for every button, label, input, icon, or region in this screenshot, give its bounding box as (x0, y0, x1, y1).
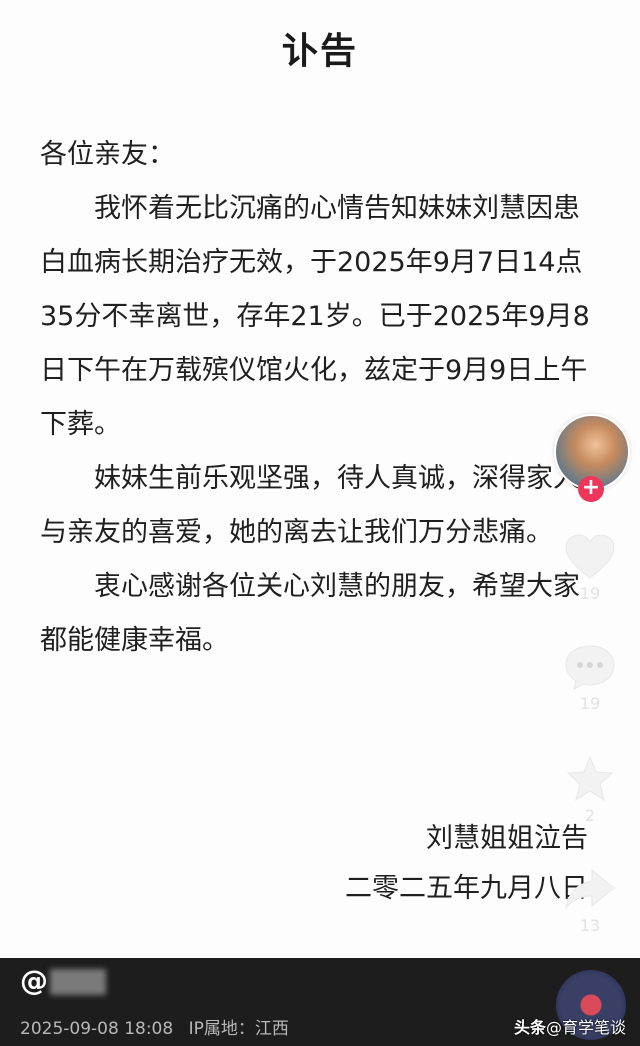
watermark-brand: 头条 (513, 1018, 546, 1037)
comment-button[interactable]: 19 (552, 642, 628, 713)
notice-body: 各位亲友： 我怀着无比沉痛的心情告知妹妹刘慧因患白血病长期治疗无效，于2025年… (40, 128, 600, 668)
follow-button[interactable]: + (578, 476, 604, 502)
favorite-count: 2 (584, 806, 596, 825)
post-page: 讣告 各位亲友： 我怀着无比沉痛的心情告知妹妹刘慧因患白血病长期治疗无效，于20… (0, 0, 640, 1046)
like-count: 19 (579, 584, 601, 603)
watermark-account: @育学笔谈 (545, 1018, 626, 1037)
share-count: 13 (579, 916, 601, 935)
post-meta: 2025-09-08 18:08 IP属地：江西 (20, 1014, 299, 1039)
blurred-author-name (50, 969, 106, 995)
author-handle[interactable]: @ (20, 964, 106, 997)
share-button[interactable]: 13 (552, 864, 628, 935)
share-arrow-icon (565, 868, 615, 909)
notice-title: 讣告 (281, 31, 358, 72)
source-watermark: 头条@育学笔谈 (514, 1014, 626, 1038)
notice-salutation: 各位亲友： (40, 139, 175, 170)
notice-paragraph-1: 我怀着无比沉痛的心情告知妹妹刘慧因患白血病长期治疗无效，于2025年9月7日14… (40, 193, 590, 440)
ip-location: IP属地：江西 (188, 1019, 289, 1039)
favorite-button[interactable]: 2 (552, 754, 628, 825)
notice-paragraph-3: 衷心感谢各位关心刘慧的朋友，希望大家都能健康幸福。 (40, 571, 580, 656)
post-timestamp: 2025-09-08 18:08 (20, 1019, 174, 1039)
post-info-bar: @ 2025-09-08 18:08 IP属地：江西 头条@育学笔谈 (0, 958, 640, 1046)
star-icon (566, 755, 614, 802)
author-handle-prefix: @ (20, 964, 48, 997)
comment-bubble-icon (565, 645, 615, 690)
action-rail: + 19 19 2 13 (552, 414, 630, 954)
like-button[interactable]: 19 (552, 532, 628, 603)
notice-paragraph-2: 妹妹生前乐观坚强，待人真诚，深得家人与亲友的喜爱，她的离去让我们万分悲痛。 (40, 463, 580, 548)
comment-count: 19 (579, 694, 601, 713)
heart-icon (565, 534, 615, 579)
